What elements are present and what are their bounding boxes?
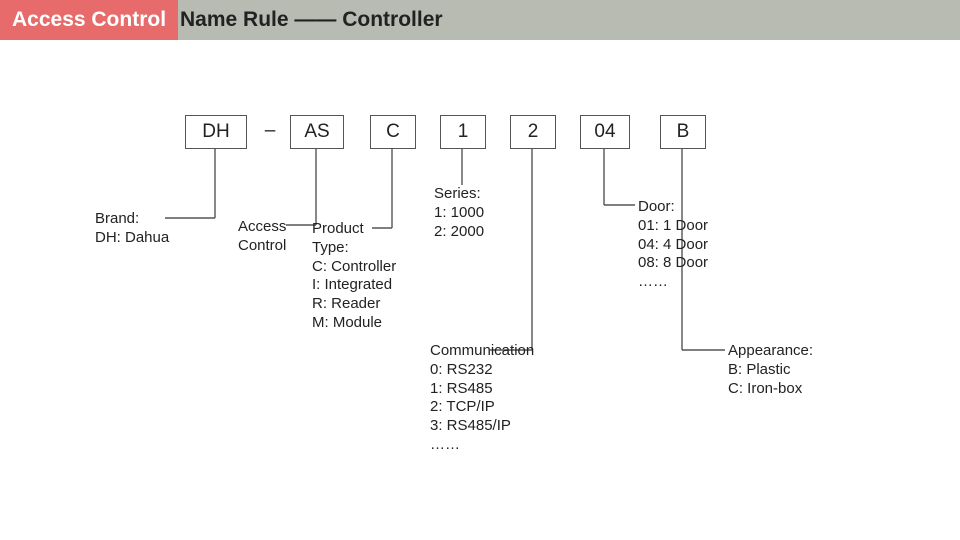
header-badge: Access Control <box>0 0 178 40</box>
code-box-2: 2 <box>510 115 556 149</box>
label-door: Door: 01: 1 Door 04: 4 Door 08: 8 Door …… <box>638 198 708 292</box>
diagram-stage: DH – AS C 1 2 04 B Brand: DH: Dahua Acce… <box>0 40 960 540</box>
code-box-as: AS <box>290 115 344 149</box>
label-appearance: Appearance: B: Plastic C: Iron-box <box>728 342 813 398</box>
code-box-c: C <box>370 115 416 149</box>
page-header: Access Control Name Rule —— Controller <box>0 0 960 40</box>
code-box-04: 04 <box>580 115 630 149</box>
code-dash: – <box>258 115 282 147</box>
code-box-dh: DH <box>185 115 247 149</box>
code-box-1: 1 <box>440 115 486 149</box>
label-communication: Communication 0: RS232 1: RS485 2: TCP/I… <box>430 342 534 455</box>
label-brand: Brand: DH: Dahua <box>95 210 169 248</box>
label-product-type: Product Type: C: Controller I: Integrate… <box>312 220 396 333</box>
label-access: Access Control <box>238 218 286 256</box>
label-series: Series: 1: 1000 2: 2000 <box>434 185 484 241</box>
code-box-b: B <box>660 115 706 149</box>
header-title: Name Rule —— Controller <box>180 0 443 40</box>
